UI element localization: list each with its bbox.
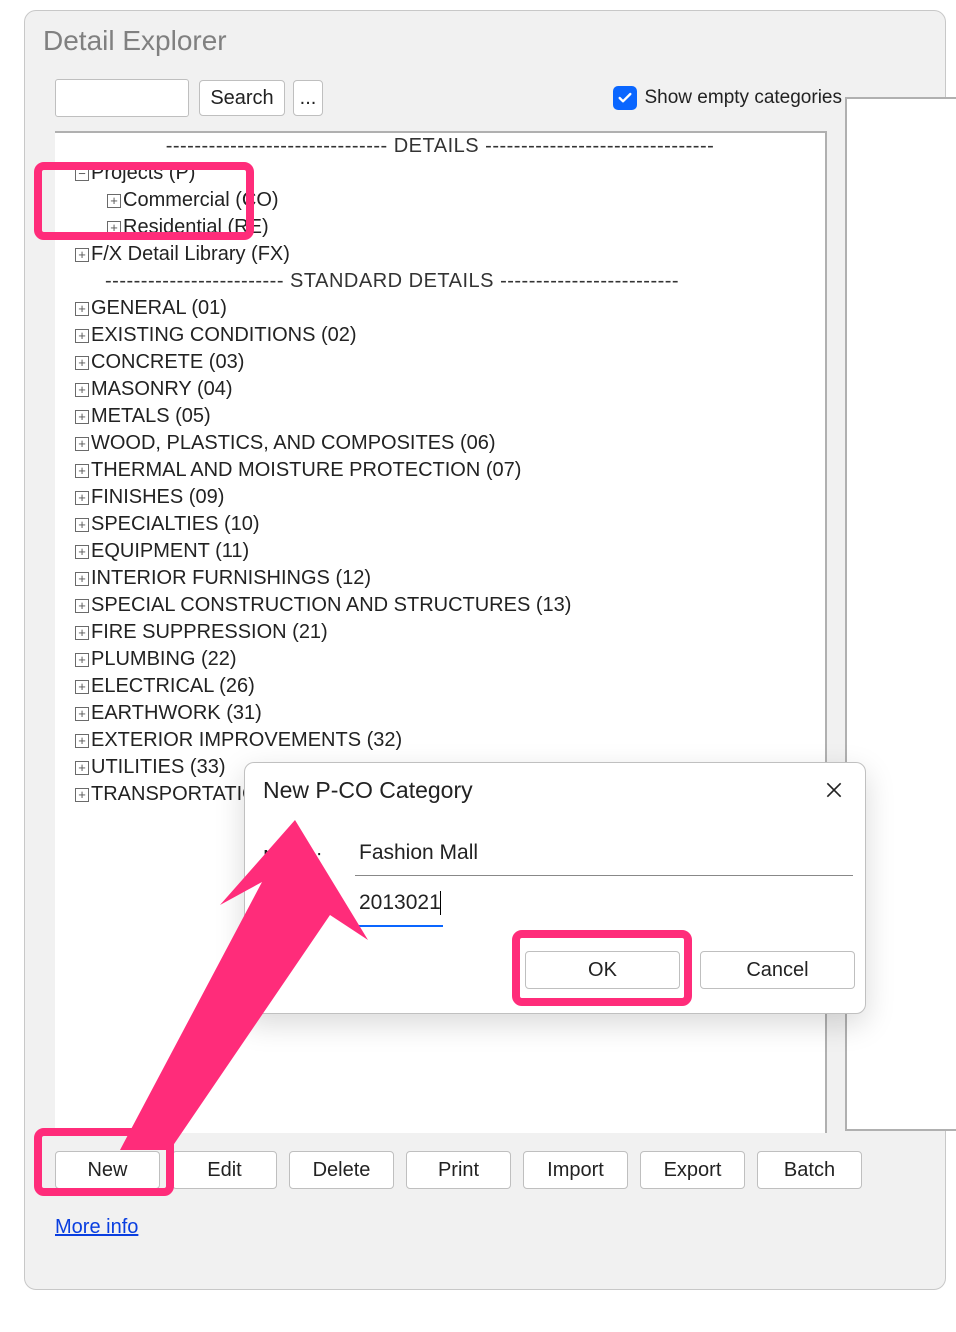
code-input[interactable]: 2013021 — [355, 891, 443, 927]
collapse-icon[interactable]: − — [75, 167, 89, 181]
tree-label: SPECIAL CONSTRUCTION AND STRUCTURES (13) — [91, 594, 571, 617]
search-more-button[interactable]: ... — [293, 80, 323, 116]
expand-icon[interactable]: + — [75, 788, 89, 802]
tree-label: WOOD, PLASTICS, AND COMPOSITES (06) — [91, 432, 496, 455]
expand-icon[interactable]: + — [75, 248, 89, 262]
ok-button[interactable]: OK — [525, 951, 680, 989]
tree-item[interactable]: +SPECIALTIES (10) — [55, 511, 825, 538]
tree-item[interactable]: +GENERAL (01) — [55, 295, 825, 322]
bottom-toolbar: New Edit Delete Print Import Export Batch — [55, 1151, 862, 1189]
tree-item-residential[interactable]: + Residential (RE) — [55, 214, 825, 241]
tree-item[interactable]: +EXTERIOR IMPROVEMENTS (32) — [55, 727, 825, 754]
tree-item[interactable]: +FINISHES (09) — [55, 484, 825, 511]
tree-label: EXTERIOR IMPROVEMENTS (32) — [91, 729, 402, 752]
cancel-button[interactable]: Cancel — [700, 951, 855, 989]
tree-label: GENERAL (01) — [91, 297, 227, 320]
tree-label: SPECIALTIES (10) — [91, 513, 260, 536]
standard-divider: ------------------------- STANDARD DETAI… — [55, 268, 825, 295]
tree-label: MASONRY (04) — [91, 378, 233, 401]
show-empty-checkbox[interactable]: Show empty categories — [613, 86, 843, 110]
tree-item-projects[interactable]: − Projects (P) — [55, 160, 825, 187]
export-button[interactable]: Export — [640, 1151, 745, 1189]
expand-icon[interactable]: + — [75, 356, 89, 370]
close-button[interactable] — [821, 777, 847, 803]
tree-label: FINISHES (09) — [91, 486, 224, 509]
tree-label: CONCRETE (03) — [91, 351, 244, 374]
show-empty-label: Show empty categories — [645, 87, 843, 109]
expand-icon[interactable]: + — [75, 653, 89, 667]
edit-button[interactable]: Edit — [172, 1151, 277, 1189]
import-button[interactable]: Import — [523, 1151, 628, 1189]
batch-button[interactable]: Batch — [757, 1151, 862, 1189]
tree-label: Projects (P) — [91, 162, 195, 185]
expand-icon[interactable]: + — [75, 545, 89, 559]
dialog-title: New P-CO Category — [263, 777, 473, 804]
new-category-dialog: New P-CO Category Name: Fashion Mall Cod… — [244, 762, 866, 1014]
tree-label: INTERIOR FURNISHINGS (12) — [91, 567, 371, 590]
tree-label: Residential (RE) — [123, 216, 269, 239]
toolbar: Search ... Show empty categories — [25, 65, 945, 121]
tree-label: EARTHWORK (31) — [91, 702, 262, 725]
details-divider: ------------------------------- DETAILS … — [55, 133, 825, 160]
tree-label: PLUMBING (22) — [91, 648, 237, 671]
expand-icon[interactable]: + — [75, 464, 89, 478]
tree-label: EXISTING CONDITIONS (02) — [91, 324, 357, 347]
new-button[interactable]: New — [55, 1151, 160, 1189]
tree-item[interactable]: +SPECIAL CONSTRUCTION AND STRUCTURES (13… — [55, 592, 825, 619]
code-label: Code: — [263, 898, 355, 921]
expand-icon[interactable]: + — [75, 599, 89, 613]
tree-label: UTILITIES (33) — [91, 756, 225, 779]
expand-icon[interactable]: + — [107, 194, 121, 208]
expand-icon[interactable]: + — [75, 410, 89, 424]
tree-item[interactable]: +PLUMBING (22) — [55, 646, 825, 673]
tree-label: THERMAL AND MOISTURE PROTECTION (07) — [91, 459, 521, 482]
tree-item[interactable]: +INTERIOR FURNISHINGS (12) — [55, 565, 825, 592]
detail-explorer-window: Detail Explorer Search ... Show empty ca… — [24, 10, 946, 1290]
tree-item[interactable]: +EXISTING CONDITIONS (02) — [55, 322, 825, 349]
checkbox-checked-icon — [613, 86, 637, 110]
print-button[interactable]: Print — [406, 1151, 511, 1189]
expand-icon[interactable]: + — [75, 626, 89, 640]
expand-icon[interactable]: + — [75, 572, 89, 586]
expand-icon[interactable]: + — [75, 329, 89, 343]
tree-item-commercial[interactable]: + Commercial (CO) — [55, 187, 825, 214]
expand-icon[interactable]: + — [107, 221, 121, 235]
search-button[interactable]: Search — [199, 80, 285, 116]
tree-item-fx-library[interactable]: + F/X Detail Library (FX) — [55, 241, 825, 268]
tree-item[interactable]: +MASONRY (04) — [55, 376, 825, 403]
tree-label: EQUIPMENT (11) — [91, 540, 249, 563]
expand-icon[interactable]: + — [75, 707, 89, 721]
tree-item[interactable]: +ELECTRICAL (26) — [55, 673, 825, 700]
expand-icon[interactable]: + — [75, 734, 89, 748]
expand-icon[interactable]: + — [75, 761, 89, 775]
expand-icon[interactable]: + — [75, 383, 89, 397]
tree-item[interactable]: +FIRE SUPPRESSION (21) — [55, 619, 825, 646]
window-title: Detail Explorer — [25, 11, 945, 65]
tree-item[interactable]: +CONCRETE (03) — [55, 349, 825, 376]
tree-label: FIRE SUPPRESSION (21) — [91, 621, 328, 644]
tree-label: METALS (05) — [91, 405, 211, 428]
tree-item[interactable]: +THERMAL AND MOISTURE PROTECTION (07) — [55, 457, 825, 484]
name-input[interactable]: Fashion Mall — [355, 841, 853, 876]
name-label: Name: — [263, 847, 355, 870]
expand-icon[interactable]: + — [75, 491, 89, 505]
delete-button[interactable]: Delete — [289, 1151, 394, 1189]
text-caret-icon — [440, 891, 441, 915]
tree-item[interactable]: +EARTHWORK (31) — [55, 700, 825, 727]
expand-icon[interactable]: + — [75, 518, 89, 532]
tree-label: Commercial (CO) — [123, 189, 279, 212]
code-value: 2013021 — [359, 891, 441, 914]
tree-label: ELECTRICAL (26) — [91, 675, 255, 698]
tree-label: F/X Detail Library (FX) — [91, 243, 290, 266]
expand-icon[interactable]: + — [75, 302, 89, 316]
expand-icon[interactable]: + — [75, 437, 89, 451]
tree-item[interactable]: +METALS (05) — [55, 403, 825, 430]
expand-icon[interactable]: + — [75, 680, 89, 694]
tree-item[interactable]: +EQUIPMENT (11) — [55, 538, 825, 565]
tree-item[interactable]: +WOOD, PLASTICS, AND COMPOSITES (06) — [55, 430, 825, 457]
more-info-link[interactable]: More info — [55, 1216, 138, 1239]
search-input[interactable] — [55, 79, 189, 117]
